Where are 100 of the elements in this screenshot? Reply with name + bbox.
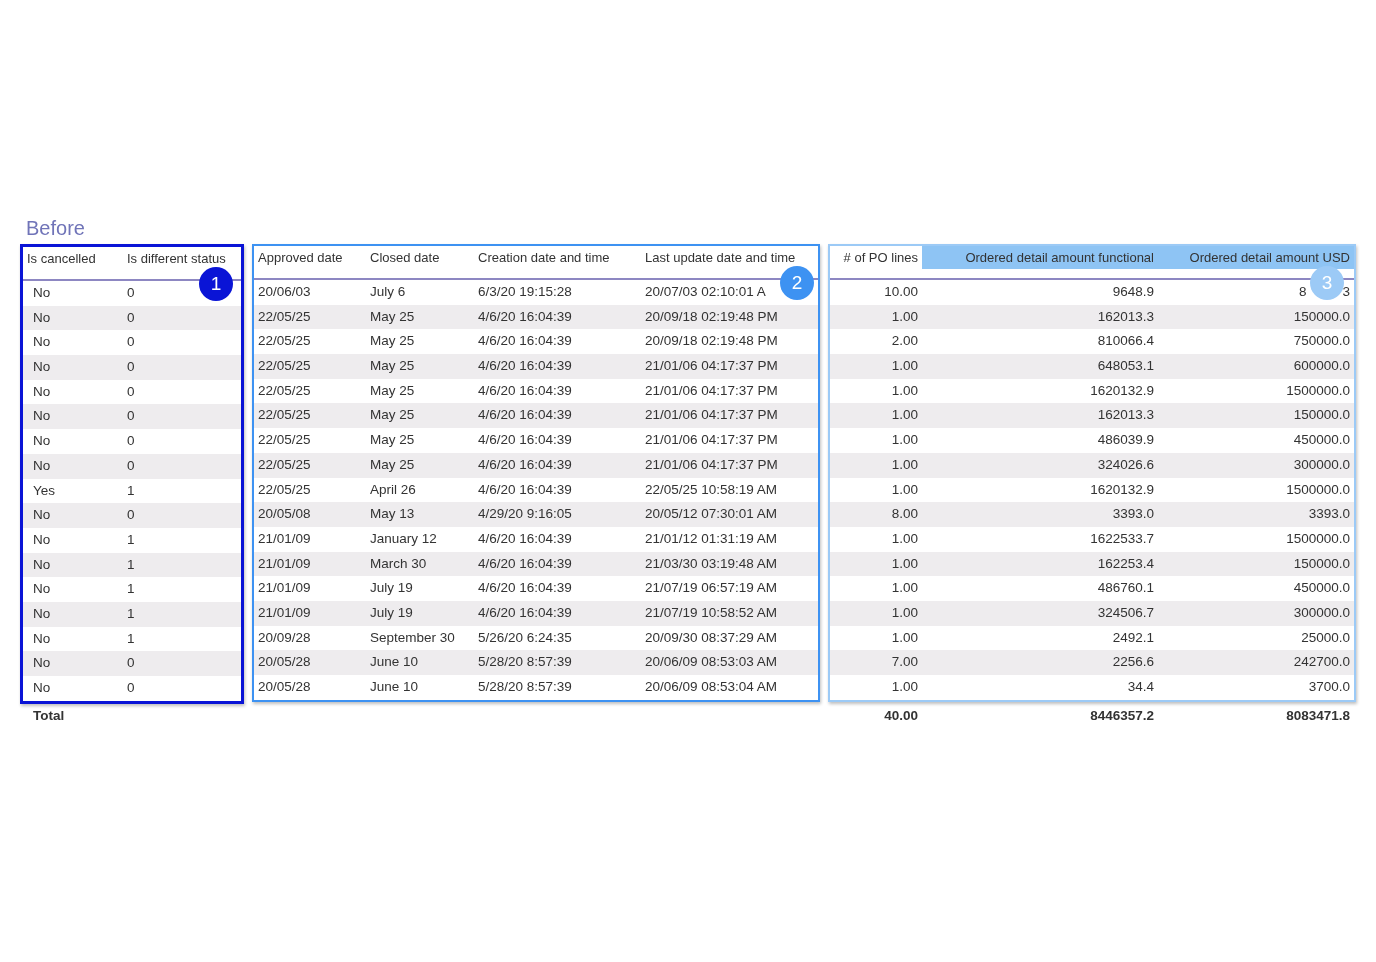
table-cell-text: 22/05/25 (258, 480, 311, 499)
table-cell-text: 6/3/20 19:15:28 (478, 283, 572, 301)
table-cell-text: 1 (127, 604, 135, 623)
table-cell-text: 1.00 (891, 480, 918, 499)
table-cell-text: 1 (127, 530, 135, 549)
table-cell-text: 20/09/18 02:19:48 PM (645, 332, 778, 351)
table-cell-text: 22/05/25 (258, 332, 311, 351)
table-cell-text: 750000.0 (1293, 332, 1350, 351)
table-cell-text: No (33, 308, 51, 327)
table-cell-text: No (33, 407, 51, 426)
table-cell-text: No (33, 555, 51, 574)
table-cell-text: No (33, 654, 51, 673)
table-cell-text: 1 (127, 481, 135, 500)
column-header[interactable]: Creation date and time (474, 246, 641, 269)
table-cell-text: 21/01/06 04:17:37 PM (645, 381, 778, 400)
table-cell-text: 3 (1342, 283, 1350, 301)
table-cell-text: 20/06/03 (258, 283, 311, 301)
column-header[interactable]: Is different status (123, 247, 241, 270)
table-cell-text: May 25 (370, 307, 415, 326)
table-cell-text: 3393.0 (1308, 505, 1350, 524)
table-cell-text: 0 (127, 679, 135, 697)
table-cell-text: May 25 (370, 406, 415, 425)
table-cell-text: 162013.3 (1097, 307, 1154, 326)
table-cell-text: 1.00 (891, 406, 918, 425)
column-header[interactable]: Closed date (366, 246, 474, 269)
table-cell-text: 21/01/06 04:17:37 PM (645, 357, 778, 376)
table-cell-text: 21/01/09 (258, 529, 311, 548)
table-cell-text: September 30 (370, 628, 455, 647)
table-cell-text: 0 (127, 308, 135, 327)
table-cell-text: No (33, 432, 51, 451)
table-cell-text: No (33, 604, 51, 623)
column-header[interactable]: Is cancelled (23, 247, 123, 270)
table-cell-text: 20/09/30 08:37:29 AM (645, 628, 778, 647)
table-cell-text: 21/01/06 04:17:37 PM (645, 455, 778, 474)
table-cell-text: 1.00 (891, 381, 918, 400)
table-cell-text: 4/6/20 16:04:39 (478, 603, 572, 622)
table-cell-text: 150000.0 (1293, 307, 1350, 326)
table-cell-text: May 25 (370, 332, 415, 351)
table-cell-text: 300000.0 (1293, 603, 1350, 622)
table-cell-text: 1622533.7 (1090, 529, 1154, 548)
table-cell-text: 5/28/20 8:57:39 (478, 653, 572, 672)
table-cell-text: 450000.0 (1293, 431, 1350, 450)
table-cell-text: 324506.7 (1097, 603, 1154, 622)
number-badge: 2 (780, 266, 814, 300)
table-cell-text: No (33, 456, 51, 475)
table-cell-text: 2.00 (891, 332, 918, 351)
table-cell-text: 20/05/28 (258, 678, 311, 696)
column-header[interactable]: Approved date (254, 246, 366, 269)
table-cell-text: 0 (127, 456, 135, 475)
table-cell-text: 21/01/06 04:17:37 PM (645, 406, 778, 425)
table-cell-text: 7.00 (891, 653, 918, 672)
column-header[interactable]: # of PO lines (830, 246, 922, 269)
table-cell-text: March 30 (370, 554, 427, 573)
table-cell-text: 20/05/28 (258, 653, 311, 672)
table-cell-text: 1.00 (891, 579, 918, 598)
table-cell-text: 0 (127, 506, 135, 525)
table-cell-text: 150000.0 (1293, 406, 1350, 425)
column-header[interactable]: Last update date and time (641, 246, 818, 269)
table-cell-text: No (33, 679, 51, 697)
table-cell-text: 1 (127, 580, 135, 599)
table-cell-text: 20/06/09 08:53:03 AM (645, 653, 778, 672)
table-cell-text: Yes (33, 481, 56, 500)
table-cell-text: 300000.0 (1293, 455, 1350, 474)
column-header[interactable]: Ordered detail amount USD (1158, 246, 1354, 269)
table-cell-text: 1.00 (891, 431, 918, 450)
table-cell-text: 9648.9 (1112, 283, 1154, 301)
table-cell-text: 1.00 (891, 357, 918, 376)
table-cell-text: May 25 (370, 455, 415, 474)
table-cell-text: 1.00 (891, 455, 918, 474)
column-header[interactable]: Ordered detail amount functional (922, 246, 1158, 269)
table-cell-text: 486039.9 (1097, 431, 1154, 450)
table-cell-text: January 12 (370, 529, 437, 548)
table-cell-text: 4/6/20 16:04:39 (478, 357, 572, 376)
table-cell-text: 34.4 (1127, 678, 1154, 696)
table-cell-text: 4/6/20 16:04:39 (478, 307, 572, 326)
table-cell-text: July 19 (370, 579, 413, 598)
table-cell-text: May 25 (370, 431, 415, 450)
table-cell-text: 22/05/25 (258, 381, 311, 400)
table-cell-text: No (33, 506, 51, 525)
table-cell-text: 0 (127, 382, 135, 401)
table-cell-text: 810066.4 (1097, 332, 1154, 351)
table-cell-text: 20/06/09 08:53:04 AM (645, 678, 778, 696)
total-label: Total (32, 708, 65, 724)
table-cell-text: 20/05/12 07:30:01 AM (645, 505, 778, 524)
table-cell-text: 1.00 (891, 603, 918, 622)
table-cell-text: 21/01/12 01:31:19 AM (645, 529, 778, 548)
table-cell-text: 4/6/20 16:04:39 (478, 431, 572, 450)
table-cell-text: 2492.1 (1112, 628, 1154, 647)
total-cell: 40.00 (884, 708, 918, 724)
table-cell-text: 4/6/20 16:04:39 (478, 579, 572, 598)
table-cell-text: June 10 (370, 678, 419, 696)
table-cell-text: 22/05/25 (258, 431, 311, 450)
table-cell-text: 2256.6 (1112, 653, 1154, 672)
table-cell-text: 324026.6 (1097, 455, 1154, 474)
table-cell-text: 3700.0 (1308, 678, 1350, 696)
total-cell: 8446357.2 (1090, 708, 1154, 724)
table-cell-text: 20/09/18 02:19:48 PM (645, 307, 778, 326)
table-cell-text: 21/01/09 (258, 603, 311, 622)
table-cell-text: May 25 (370, 381, 415, 400)
table-cell-text: 5/26/20 6:24:35 (478, 628, 572, 647)
